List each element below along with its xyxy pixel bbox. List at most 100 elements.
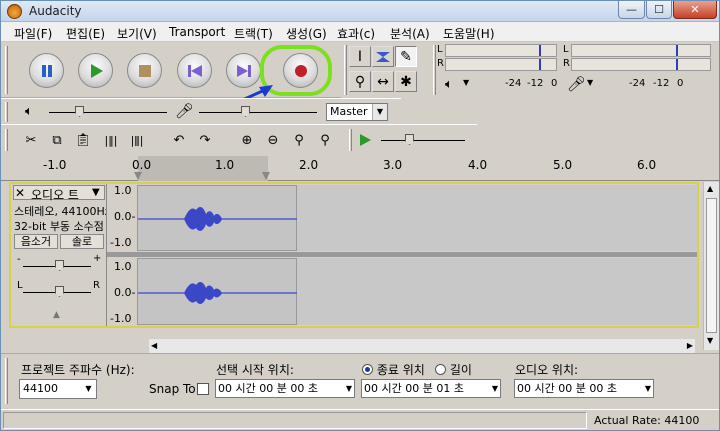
selection-end-field[interactable]: 00 시간 00 분 01 초 ▼ [361,379,501,398]
silence-icon: |ǁ| [130,133,144,147]
menu-edit[interactable]: 편집(E) [66,25,105,42]
cut-button[interactable]: ✂ [21,130,41,150]
record-meter-right[interactable] [571,58,711,71]
paste-icon: 📋︎ [74,132,92,148]
trim-button[interactable]: |‖| [101,130,121,150]
timeline-ruler[interactable]: -1.0 0.0 1.0 2.0 3.0 4.0 5.0 6.0 [1,156,719,181]
input-volume-thumb[interactable] [241,106,250,117]
stop-icon [128,54,161,87]
undo-button[interactable]: ↶ [169,130,189,150]
playback-meter-right[interactable] [445,58,557,71]
paste-button[interactable]: 📋︎ [73,130,93,150]
toolbar-grip[interactable] [5,129,8,151]
pause-button[interactable] [29,53,64,88]
speaker-icon[interactable]: 🔈︎ [445,77,453,92]
maximize-button[interactable]: ☐ [646,1,672,19]
close-button[interactable]: ✕ [673,1,717,19]
toolbar-grip[interactable] [5,46,8,94]
horizontal-scrollbar[interactable]: ◀ ▶ [149,339,695,353]
waveform-right-channel[interactable] [137,258,298,325]
output-volume-thumb[interactable] [75,106,84,117]
time-shift-tool-button[interactable]: ↔ [372,71,394,92]
amplitude-scale-label: 1.0 [114,184,132,197]
project-rate-select[interactable]: 44100 ▼ [19,379,97,399]
play-at-speed-button[interactable] [355,130,375,150]
menu-tracks[interactable]: 트랙(T) [234,25,273,42]
toolbar-grip[interactable] [433,45,436,95]
copy-button[interactable]: ⧉ [47,130,67,150]
input-source-select[interactable]: Master ▼ [326,103,388,121]
fit-selection-button[interactable]: ⚲ [289,130,309,150]
input-volume-slider[interactable] [199,112,317,113]
menu-transport[interactable]: Transport [169,25,225,39]
envelope-tool-button[interactable] [372,46,394,67]
scroll-left-icon[interactable]: ◀ [151,339,157,353]
redo-button[interactable]: ↷ [195,130,215,150]
fit-project-button[interactable]: ⚲ [315,130,335,150]
playback-meter-left[interactable] [445,44,557,57]
fit-selection-icon: ⚲ [294,132,304,148]
empty-track-region[interactable] [297,258,697,325]
scroll-up-icon[interactable]: ▲ [707,184,713,193]
play-icon [360,134,371,146]
stop-button[interactable] [127,53,162,88]
toolbar-grip[interactable] [5,102,8,122]
length-radio[interactable]: 길이 [435,361,472,378]
playback-speed-thumb[interactable] [405,134,414,145]
silence-button[interactable]: |ǁ| [127,130,147,150]
selection-tool-button[interactable]: I [349,46,371,67]
draw-tool-button[interactable]: ✎ [395,46,417,67]
toolbar-grip[interactable] [5,358,8,404]
selection-start-field[interactable]: 00 시간 00 분 00 초 ▼ [215,379,355,398]
chevron-down-icon[interactable]: ▼ [463,78,469,87]
record-meter-left-label: L [563,44,569,55]
menu-help[interactable]: 도움말(H) [443,25,495,42]
zoom-out-button[interactable]: ⊖ [263,130,283,150]
menu-generate[interactable]: 생성(G) [286,25,327,42]
empty-track-region[interactable] [297,185,697,251]
meter-scale-label: -12 [653,78,670,89]
edit-toolbar: ✂ ⧉ 📋︎ |‖| |ǁ| ↶ ↷ ⊕ ⊖ ⚲ ⚲ [1,124,347,154]
end-radio[interactable]: 종료 위치 [362,361,425,378]
multi-tool-button[interactable]: ✱ [395,71,417,92]
track-name-menu[interactable]: ✕ 오디오 트 ▼ [13,185,105,202]
audio-position-value: 00 시간 00 분 00 초 [517,382,617,395]
chevron-down-icon[interactable]: ▼ [587,78,593,87]
minimize-button[interactable]: — [618,1,645,19]
waveform-left-channel[interactable] [137,185,298,251]
microphone-icon[interactable]: 🎤︎ [567,75,586,93]
gain-minus-label: - [17,254,21,265]
collapse-track-icon[interactable]: ▲ [53,310,60,320]
mute-button[interactable]: 음소거 [14,234,58,249]
skip-to-start-button[interactable] [177,53,212,88]
length-radio-label: 길이 [449,363,472,377]
menu-effect[interactable]: 효과(c) [337,25,375,42]
playback-speed-slider[interactable] [381,140,465,141]
play-button[interactable] [78,53,113,88]
chevron-down-icon[interactable]: ▼ [92,187,100,198]
track-close-icon[interactable]: ✕ [15,186,25,200]
snap-to-checkbox[interactable] [197,383,209,395]
menu-analyze[interactable]: 분석(A) [390,25,430,42]
scroll-down-icon[interactable]: ▼ [707,336,713,345]
gain-slider-thumb[interactable] [55,260,64,271]
audacity-logo-icon [7,4,22,19]
vertical-scrollbar[interactable]: ▲ ▼ [703,182,719,350]
solo-button[interactable]: 솔로 [60,234,104,249]
meter-scale-label: 0 [677,78,684,89]
chevron-down-icon: ▼ [644,384,652,393]
menu-view[interactable]: 보기(V) [117,25,157,42]
audio-track[interactable]: ✕ 오디오 트 ▼ 스테레오, 44100Hz 32-bit 부동 소수점 음소… [9,182,699,328]
scroll-right-icon[interactable]: ▶ [687,339,693,353]
record-meter-right-label: R [563,58,570,69]
scrollbar-thumb[interactable] [706,198,717,333]
menu-file[interactable]: 파일(F) [14,25,52,42]
output-volume-slider[interactable] [49,112,167,113]
toolbar-grip[interactable] [344,45,347,95]
pan-slider-thumb[interactable] [55,286,64,297]
record-meter-left[interactable] [571,44,711,57]
zoom-in-button[interactable]: ⊕ [237,130,257,150]
toolbar-grip[interactable] [349,129,352,151]
zoom-tool-button[interactable]: ⚲ [349,71,371,92]
audio-position-field[interactable]: 00 시간 00 분 00 초 ▼ [514,379,654,398]
